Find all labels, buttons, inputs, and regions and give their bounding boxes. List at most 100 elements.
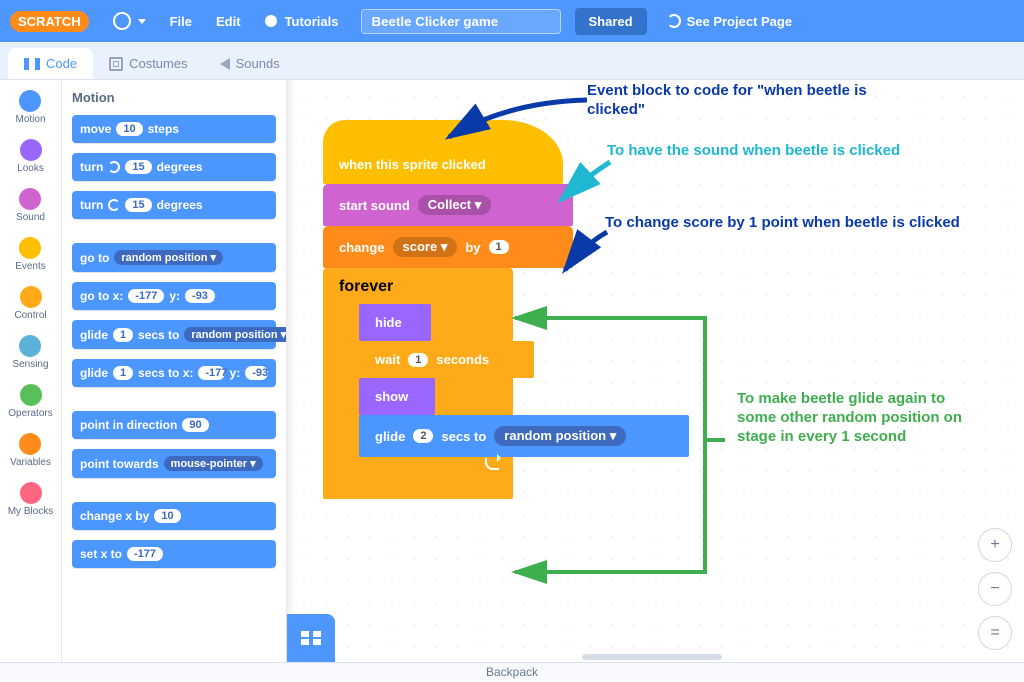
- plus-icon: +: [990, 536, 999, 554]
- block-glide-to[interactable]: glide1secs torandom position ▾: [72, 320, 276, 349]
- block-set-x-to[interactable]: set x to-177: [72, 540, 276, 568]
- looks-dot-icon: [20, 139, 42, 161]
- block-turn-cw[interactable]: turn15degrees: [72, 153, 276, 181]
- horizontal-scrollbar[interactable]: [582, 654, 722, 660]
- see-project-page-button[interactable]: See Project Page: [653, 8, 807, 35]
- category-label: Sound: [16, 212, 45, 223]
- category-label: Operators: [8, 408, 52, 419]
- backpack-bar[interactable]: Backpack: [0, 662, 1024, 681]
- refresh-icon: [667, 14, 681, 28]
- see-project-label: See Project Page: [687, 14, 793, 29]
- edit-menu[interactable]: Edit: [204, 14, 253, 29]
- category-rail: Motion Looks Sound Events Control Sensin…: [0, 80, 62, 662]
- add-extension-button[interactable]: [287, 614, 335, 662]
- zoom-in-button[interactable]: +: [978, 528, 1012, 562]
- editor-tabs: Code Costumes Sounds: [0, 42, 1024, 80]
- block-go-to[interactable]: go torandom position ▾: [72, 243, 276, 272]
- zoom-reset-button[interactable]: =: [978, 616, 1012, 650]
- annotation-sound: To have the sound when beetle is clicked: [607, 142, 937, 161]
- tab-code[interactable]: Code: [8, 48, 93, 79]
- turn-ccw-icon: [108, 199, 120, 211]
- lightbulb-icon: [265, 15, 277, 27]
- annotation-glide: To make beetle glide again to some other…: [737, 390, 977, 446]
- category-variables[interactable]: Variables: [10, 433, 51, 468]
- zoom-controls: + − =: [978, 528, 1012, 650]
- wait-value-input[interactable]: 1: [408, 353, 428, 367]
- category-label: Control: [14, 310, 46, 321]
- tab-costumes-label: Costumes: [129, 56, 188, 71]
- tutorials-menu[interactable]: Tutorials: [253, 14, 351, 29]
- costumes-icon: [109, 57, 123, 71]
- category-label: Sensing: [12, 359, 48, 370]
- annotation-score: To change score by 1 point when beetle i…: [605, 214, 985, 233]
- menu-bar: SCRATCH File Edit Tutorials Shared See P…: [0, 0, 1024, 42]
- tab-code-label: Code: [46, 56, 77, 71]
- myblocks-dot-icon: [20, 482, 42, 504]
- extension-icon: [301, 631, 321, 645]
- chevron-down-icon: [138, 19, 146, 24]
- block-turn-ccw[interactable]: turn15degrees: [72, 191, 276, 219]
- turn-cw-icon: [108, 161, 120, 173]
- category-myblocks[interactable]: My Blocks: [8, 482, 54, 517]
- category-label: Variables: [10, 457, 51, 468]
- zoom-out-button[interactable]: −: [978, 572, 1012, 606]
- block-point-direction[interactable]: point in direction90: [72, 411, 276, 439]
- motion-dot-icon: [19, 90, 41, 112]
- shared-button[interactable]: Shared: [575, 8, 647, 35]
- category-motion[interactable]: Motion: [15, 90, 45, 125]
- variable-dropdown[interactable]: score ▾: [393, 237, 458, 257]
- arrow-score: [559, 230, 619, 280]
- category-control[interactable]: Control: [14, 286, 46, 321]
- category-label: Events: [15, 261, 46, 272]
- operators-dot-icon: [20, 384, 42, 406]
- sound-dropdown[interactable]: Collect ▾: [418, 195, 491, 215]
- arrow-glide-bracket: [485, 310, 745, 590]
- category-label: Looks: [17, 163, 44, 174]
- arrow-event: [437, 92, 607, 152]
- block-show[interactable]: show: [359, 378, 435, 415]
- tab-sounds-label: Sounds: [236, 56, 280, 71]
- block-hide[interactable]: hide: [359, 304, 431, 341]
- category-sensing[interactable]: Sensing: [12, 335, 48, 370]
- tab-sounds[interactable]: Sounds: [204, 48, 296, 79]
- minus-icon: −: [990, 580, 999, 598]
- tab-costumes[interactable]: Costumes: [93, 48, 204, 79]
- project-title-input[interactable]: [361, 9, 561, 34]
- variables-dot-icon: [19, 433, 41, 455]
- events-dot-icon: [19, 237, 41, 259]
- category-label: Motion: [15, 114, 45, 125]
- block-change-x-by[interactable]: change x by10: [72, 502, 276, 530]
- tutorials-label: Tutorials: [285, 14, 339, 29]
- sound-dot-icon: [19, 188, 41, 210]
- block-start-sound[interactable]: start soundCollect ▾: [323, 184, 573, 226]
- palette-shadow: [287, 80, 296, 662]
- block-move-steps[interactable]: move10steps: [72, 115, 276, 143]
- glide-secs-input[interactable]: 2: [413, 429, 433, 443]
- editor-main: Motion Looks Sound Events Control Sensin…: [0, 80, 1024, 662]
- change-value-input[interactable]: 1: [489, 240, 509, 254]
- arrow-sound: [555, 160, 625, 210]
- block-point-towards[interactable]: point towardsmouse-pointer ▾: [72, 449, 276, 478]
- sensing-dot-icon: [19, 335, 41, 357]
- category-looks[interactable]: Looks: [17, 139, 44, 174]
- forever-label: forever: [323, 278, 513, 304]
- control-dot-icon: [20, 286, 42, 308]
- equals-icon: =: [990, 624, 999, 642]
- sounds-icon: [220, 58, 230, 70]
- annotation-event: Event block to code for "when beetle is …: [587, 82, 927, 120]
- palette-header: Motion: [72, 90, 276, 105]
- block-palette: Motion move10steps turn15degrees turn15d…: [62, 80, 287, 662]
- block-go-to-xy[interactable]: go to x:-177y:-93: [72, 282, 276, 310]
- category-sound[interactable]: Sound: [16, 188, 45, 223]
- file-menu[interactable]: File: [158, 14, 204, 29]
- block-change-variable[interactable]: changescore ▾by1: [323, 226, 573, 268]
- category-operators[interactable]: Operators: [8, 384, 52, 419]
- category-label: My Blocks: [8, 506, 54, 517]
- scratch-logo[interactable]: SCRATCH: [10, 11, 89, 32]
- code-icon: [24, 58, 40, 70]
- globe-icon: [113, 12, 131, 30]
- code-workspace[interactable]: when this sprite clicked start soundColl…: [287, 80, 1024, 662]
- block-glide-to-xy[interactable]: glide1secs to x:-177y:-93: [72, 359, 276, 387]
- category-events[interactable]: Events: [15, 237, 46, 272]
- language-menu[interactable]: [101, 12, 158, 30]
